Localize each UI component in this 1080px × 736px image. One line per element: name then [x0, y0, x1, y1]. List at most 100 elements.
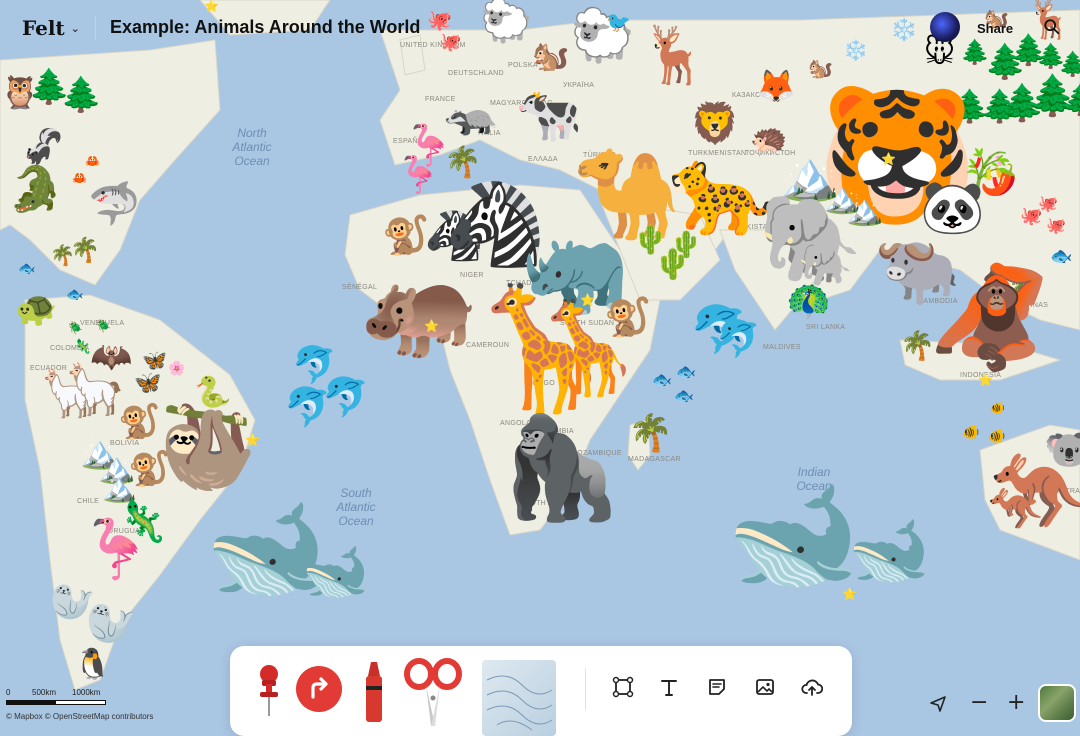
text-tool[interactable]	[658, 676, 680, 698]
animal-marker[interactable]: 🐙	[1038, 196, 1058, 212]
animal-marker[interactable]: 🐠	[990, 402, 1005, 414]
animal-marker[interactable]: 🐋	[848, 518, 930, 584]
animal-marker[interactable]: 🐬	[716, 322, 761, 358]
animal-marker[interactable]: ⭐	[204, 0, 219, 12]
animal-marker[interactable]: 🐑	[480, 0, 532, 42]
animal-marker[interactable]: 🏔️	[102, 474, 137, 502]
animal-marker[interactable]: 🐭	[924, 38, 955, 68]
animal-marker[interactable]: 🦋	[134, 373, 161, 395]
note-tool[interactable]	[706, 676, 728, 698]
animal-marker[interactable]: 🪲	[68, 322, 83, 334]
scale-label-0: 0	[6, 688, 11, 697]
animal-marker[interactable]: 🐋	[302, 545, 369, 599]
animal-marker[interactable]: 🐠	[962, 426, 979, 440]
animal-marker[interactable]: ⭐	[842, 588, 857, 600]
animal-marker[interactable]: ❄️	[890, 20, 917, 42]
animal-marker[interactable]: 🦎	[74, 340, 91, 354]
animal-marker[interactable]: 🐙	[1046, 218, 1066, 234]
animal-marker[interactable]: 🦧	[928, 268, 1053, 368]
animal-marker[interactable]: 🌵	[670, 232, 702, 258]
chevron-down-icon: ⌄	[70, 21, 80, 35]
animal-marker[interactable]: 🦭	[86, 604, 136, 644]
upload-tool[interactable]	[801, 676, 823, 698]
animal-marker[interactable]: 🌲	[60, 78, 102, 112]
marker-tool[interactable]	[360, 660, 388, 724]
animal-marker[interactable]: 🐿️	[532, 42, 569, 72]
animal-marker[interactable]: 🪲	[96, 320, 111, 332]
map-attribution[interactable]: © Mapbox © OpenStreetMap contributors	[6, 712, 153, 721]
animal-marker[interactable]: 🐙	[439, 34, 461, 52]
animal-marker[interactable]: 🦥	[158, 408, 258, 488]
animal-marker[interactable]: 🦩	[80, 520, 152, 578]
shape-tool[interactable]	[612, 676, 634, 698]
animal-marker[interactable]: 🦌	[640, 28, 710, 84]
animal-marker[interactable]: 🐦	[606, 12, 631, 32]
animal-marker[interactable]: 🦨	[22, 130, 64, 164]
scissors-tool[interactable]	[402, 658, 464, 728]
route-tool[interactable]	[296, 666, 342, 712]
animal-marker[interactable]: 🦀	[85, 155, 100, 167]
animal-marker[interactable]: 🦙	[64, 364, 126, 414]
animal-marker[interactable]: 🐟	[674, 388, 694, 404]
image-tool[interactable]	[754, 676, 776, 698]
animal-marker[interactable]: 🐒	[382, 216, 429, 254]
animal-marker[interactable]: 🌶️	[980, 166, 1017, 196]
animal-marker[interactable]: 🦚	[786, 284, 831, 320]
search-icon[interactable]	[1043, 18, 1061, 36]
animal-marker[interactable]: 🦀	[72, 172, 87, 184]
animal-marker[interactable]: 🐟	[676, 364, 696, 380]
map-title[interactable]: Example: Animals Around the World	[110, 17, 420, 38]
animal-marker[interactable]: ⭐	[978, 374, 993, 386]
country-label: ΕΛΛΑΔΑ	[528, 156, 558, 163]
felt-logo[interactable]: Felt ⌄	[22, 16, 80, 40]
animal-marker[interactable]: 🦋	[142, 350, 167, 370]
animal-marker[interactable]: ⭐	[424, 320, 439, 332]
animal-marker[interactable]: 🌲	[1062, 86, 1080, 116]
country-label: MADAGASCAR	[628, 456, 681, 463]
animal-marker[interactable]: 🐿️	[808, 58, 833, 78]
animal-marker[interactable]: 🦍	[498, 418, 623, 518]
animal-marker[interactable]: 🦒	[532, 304, 644, 394]
animal-marker[interactable]: ⭐	[881, 153, 896, 165]
animal-marker[interactable]: 🐙	[427, 10, 452, 30]
animal-marker[interactable]: 🦘	[988, 488, 1043, 532]
pin-tool[interactable]	[252, 664, 286, 718]
animal-marker[interactable]: 🌴	[628, 416, 673, 452]
animal-marker[interactable]: 🐟	[18, 262, 35, 276]
animal-marker[interactable]: 🦩	[396, 158, 441, 194]
animal-marker[interactable]: 🐼	[920, 182, 985, 234]
bottom-toolbar	[230, 646, 852, 736]
animal-marker[interactable]: 🐟	[66, 288, 83, 302]
animal-marker[interactable]: 🦊	[756, 70, 796, 102]
basemap-toggle-thumbnail[interactable]	[1040, 686, 1074, 720]
animal-marker[interactable]: ❄️	[843, 40, 868, 60]
animal-marker[interactable]: 🌸	[168, 362, 185, 376]
animal-marker[interactable]: 🐟	[1050, 248, 1072, 266]
map-thumbnail[interactable]	[482, 660, 556, 736]
animal-marker[interactable]: 🦈	[88, 183, 140, 225]
britain	[399, 34, 426, 76]
animal-marker[interactable]: 🐘	[798, 242, 853, 286]
turn-right-arrow-icon	[311, 677, 328, 699]
animal-marker[interactable]: 🐟	[652, 372, 672, 388]
animal-marker[interactable]: 🐄	[515, 88, 582, 142]
animal-marker[interactable]: 🐧	[74, 650, 111, 680]
animal-marker[interactable]: ⭐	[245, 434, 260, 446]
scale-label-1000: 1000km	[72, 688, 101, 697]
animal-marker[interactable]: 🐋	[726, 482, 860, 590]
zoom-in-button[interactable]: +	[1007, 690, 1025, 715]
animal-marker[interactable]: 🐒	[118, 405, 160, 439]
share-button[interactable]: Share	[977, 21, 1013, 36]
animal-marker[interactable]: 🐊	[8, 168, 63, 212]
animal-marker[interactable]: 🌴	[444, 148, 481, 178]
zoom-out-button[interactable]: −	[970, 690, 988, 715]
animal-marker[interactable]: 🐢	[15, 292, 57, 326]
avatar[interactable]	[930, 12, 960, 42]
animal-marker[interactable]: 🌴	[70, 238, 100, 262]
animal-marker[interactable]: 🦛	[360, 260, 480, 356]
animal-marker[interactable]: 🦁	[690, 104, 740, 144]
map-scale: 0 500km 1000km	[6, 688, 116, 705]
locate-icon[interactable]	[929, 695, 947, 713]
animal-marker[interactable]: 🐠	[988, 430, 1005, 444]
animal-marker[interactable]: 🐬	[322, 378, 369, 416]
